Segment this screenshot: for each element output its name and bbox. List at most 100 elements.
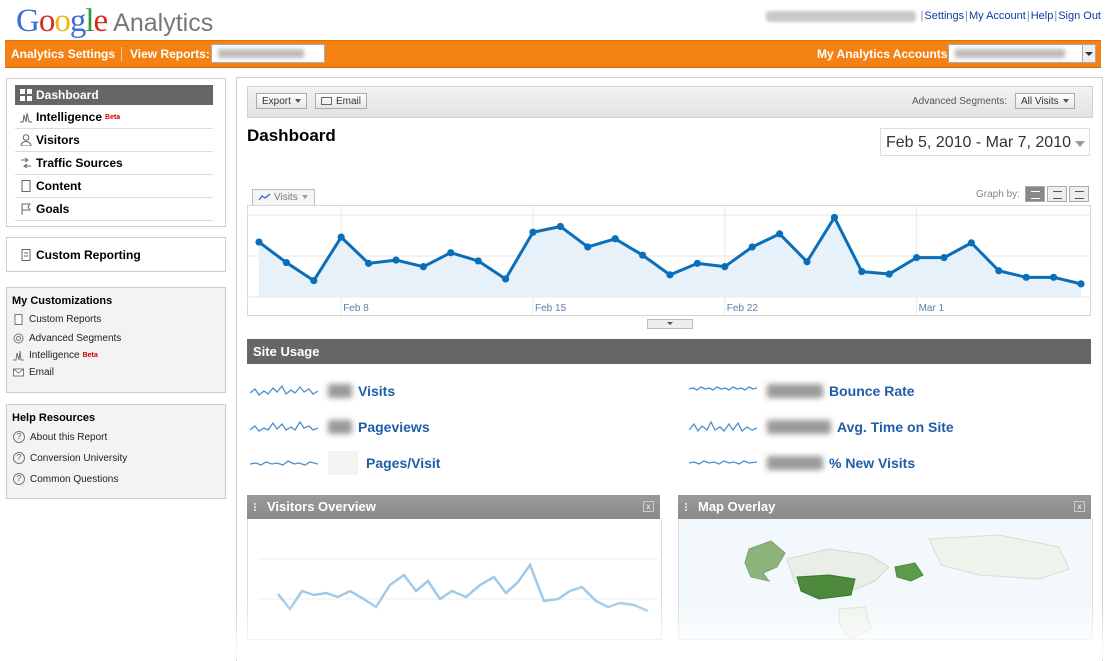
nav-goals-label: Goals bbox=[36, 202, 70, 216]
pages-per-visit-sparkline bbox=[250, 460, 318, 466]
user-email-redacted bbox=[765, 10, 916, 22]
visitors-overview-header[interactable]: Visitors Overview x bbox=[247, 495, 660, 519]
help-resources-title: Help Resources bbox=[12, 412, 96, 424]
analytics-settings-link[interactable]: Analytics Settings bbox=[11, 47, 115, 61]
analytics-accounts-select[interactable] bbox=[948, 44, 1096, 63]
sign-out-link[interactable]: Sign Out bbox=[1058, 10, 1101, 22]
collapse-chart-handle[interactable] bbox=[647, 319, 693, 329]
data-point bbox=[885, 270, 893, 278]
nav-visitors[interactable]: Visitors bbox=[15, 129, 213, 152]
map-overlay-header[interactable]: Map Overlay x bbox=[678, 495, 1091, 519]
report-toolbar: Export Email Advanced Segments: All Visi… bbox=[247, 86, 1093, 118]
data-point bbox=[392, 256, 400, 264]
segments-icon bbox=[13, 333, 24, 344]
chevron-down-icon bbox=[1082, 45, 1095, 62]
chevron-down-icon bbox=[301, 195, 308, 200]
chevron-down-icon bbox=[294, 99, 301, 104]
nav-custom-reporting-label: Custom Reporting bbox=[36, 248, 141, 262]
nav-custom-reporting[interactable]: Custom Reporting bbox=[15, 244, 213, 266]
nav-traffic-sources[interactable]: Traffic Sources bbox=[15, 152, 213, 175]
nav-visitors-label: Visitors bbox=[36, 133, 80, 147]
nav-content[interactable]: Content bbox=[15, 175, 213, 198]
beta-badge: Beta bbox=[82, 352, 98, 359]
close-icon[interactable]: x bbox=[643, 501, 654, 512]
help-link[interactable]: Help bbox=[1031, 10, 1054, 22]
map-overlay-body bbox=[678, 519, 1093, 640]
pages-per-visit-link[interactable]: Pages/Visit bbox=[366, 455, 440, 471]
data-point bbox=[584, 243, 592, 251]
data-point bbox=[419, 263, 427, 271]
data-point bbox=[639, 251, 647, 259]
export-button[interactable]: Export bbox=[256, 93, 307, 109]
graph-by-week-button[interactable] bbox=[1046, 186, 1067, 202]
report-nav: Dashboard Intelligence Beta Visitors Tra… bbox=[6, 78, 226, 227]
email-icon bbox=[13, 367, 24, 378]
bounce-rate-link[interactable]: Bounce Rate bbox=[829, 383, 915, 399]
data-point bbox=[255, 238, 263, 246]
pageviews-sparkline bbox=[250, 420, 318, 432]
site-usage-header: Site Usage bbox=[247, 339, 1091, 364]
data-point bbox=[830, 213, 839, 222]
close-icon[interactable]: x bbox=[1074, 501, 1085, 512]
question-icon: ? bbox=[13, 452, 25, 464]
visits-chart: Feb 8 Feb 15 Feb 22 Mar 1 bbox=[247, 205, 1091, 316]
metric-avg-time-on-site: Avg. Time on Site bbox=[689, 415, 954, 439]
data-point bbox=[502, 275, 510, 283]
advanced-segments-label: Advanced Segments: bbox=[912, 96, 1008, 107]
data-point bbox=[666, 271, 674, 279]
my-account-link[interactable]: My Account bbox=[969, 10, 1026, 22]
dashboard-icon bbox=[20, 89, 32, 101]
my-customizations-title: My Customizations bbox=[12, 295, 113, 307]
segments-select[interactable]: All Visits bbox=[1015, 93, 1075, 109]
data-point bbox=[365, 259, 373, 267]
custom-reports-link[interactable]: Custom Reports bbox=[13, 314, 101, 325]
nav-goals[interactable]: Goals bbox=[15, 198, 213, 221]
intelligence-icon bbox=[20, 111, 32, 123]
new-visits-link[interactable]: % New Visits bbox=[829, 455, 915, 471]
visits-link[interactable]: Visits bbox=[358, 383, 395, 399]
custom-reporting-icon bbox=[20, 249, 32, 261]
avg-time-on-site-link[interactable]: Avg. Time on Site bbox=[837, 419, 954, 435]
metric-visits: Visits bbox=[250, 379, 395, 403]
help-resources-panel: Help Resources ? About this Report ? Con… bbox=[6, 404, 226, 499]
conversion-university-link[interactable]: ? Conversion University bbox=[13, 452, 127, 464]
settings-link[interactable]: Settings bbox=[924, 10, 964, 22]
line-chart-icon bbox=[258, 193, 271, 201]
view-reports-select[interactable] bbox=[211, 44, 325, 63]
graph-by-control: Graph by: bbox=[976, 186, 1089, 202]
metric-new-visits: % New Visits bbox=[689, 451, 915, 475]
advanced-segments-link[interactable]: Advanced Segments bbox=[13, 333, 121, 344]
custom-reporting-panel: Custom Reporting bbox=[6, 237, 226, 272]
drag-handle-icon bbox=[685, 503, 692, 511]
metric-selector[interactable]: Visits bbox=[252, 189, 315, 206]
nav-content-label: Content bbox=[36, 179, 82, 193]
top-links: | Settings | My Account | Help | Sign Out bbox=[765, 10, 1101, 22]
email-button[interactable]: Email bbox=[315, 93, 368, 109]
data-point bbox=[858, 267, 866, 276]
intelligence-link[interactable]: Intelligence Beta bbox=[13, 350, 98, 361]
graph-by-day-button[interactable] bbox=[1024, 186, 1045, 202]
date-range-picker[interactable]: Feb 5, 2010 - Mar 7, 2010 bbox=[880, 128, 1090, 156]
chevron-down-icon bbox=[1062, 99, 1069, 104]
nav-dashboard[interactable]: Dashboard bbox=[15, 85, 213, 105]
about-this-report-link[interactable]: ? About this Report bbox=[13, 431, 107, 443]
x-tick-label: Mar 1 bbox=[919, 303, 945, 314]
email-icon bbox=[321, 97, 332, 106]
data-point bbox=[556, 222, 564, 231]
data-point bbox=[1022, 273, 1030, 281]
data-point bbox=[474, 257, 482, 265]
visits-value-redacted bbox=[328, 384, 352, 398]
content-icon bbox=[20, 180, 32, 192]
graph-by-month-button[interactable] bbox=[1068, 186, 1089, 202]
nav-intelligence-label: Intelligence bbox=[36, 110, 103, 124]
new-visits-sparkline bbox=[689, 460, 757, 465]
email-link[interactable]: Email bbox=[13, 367, 54, 378]
x-tick-label: Feb 15 bbox=[535, 303, 567, 314]
data-point bbox=[913, 254, 921, 262]
pageviews-link[interactable]: Pageviews bbox=[358, 419, 430, 435]
new-visits-value-redacted bbox=[767, 456, 823, 470]
nav-intelligence[interactable]: Intelligence Beta bbox=[15, 106, 213, 129]
visitors-overview-body bbox=[247, 519, 662, 640]
common-questions-link[interactable]: ? Common Questions bbox=[13, 473, 118, 485]
visitors-overview-title: Visitors Overview bbox=[267, 499, 376, 514]
